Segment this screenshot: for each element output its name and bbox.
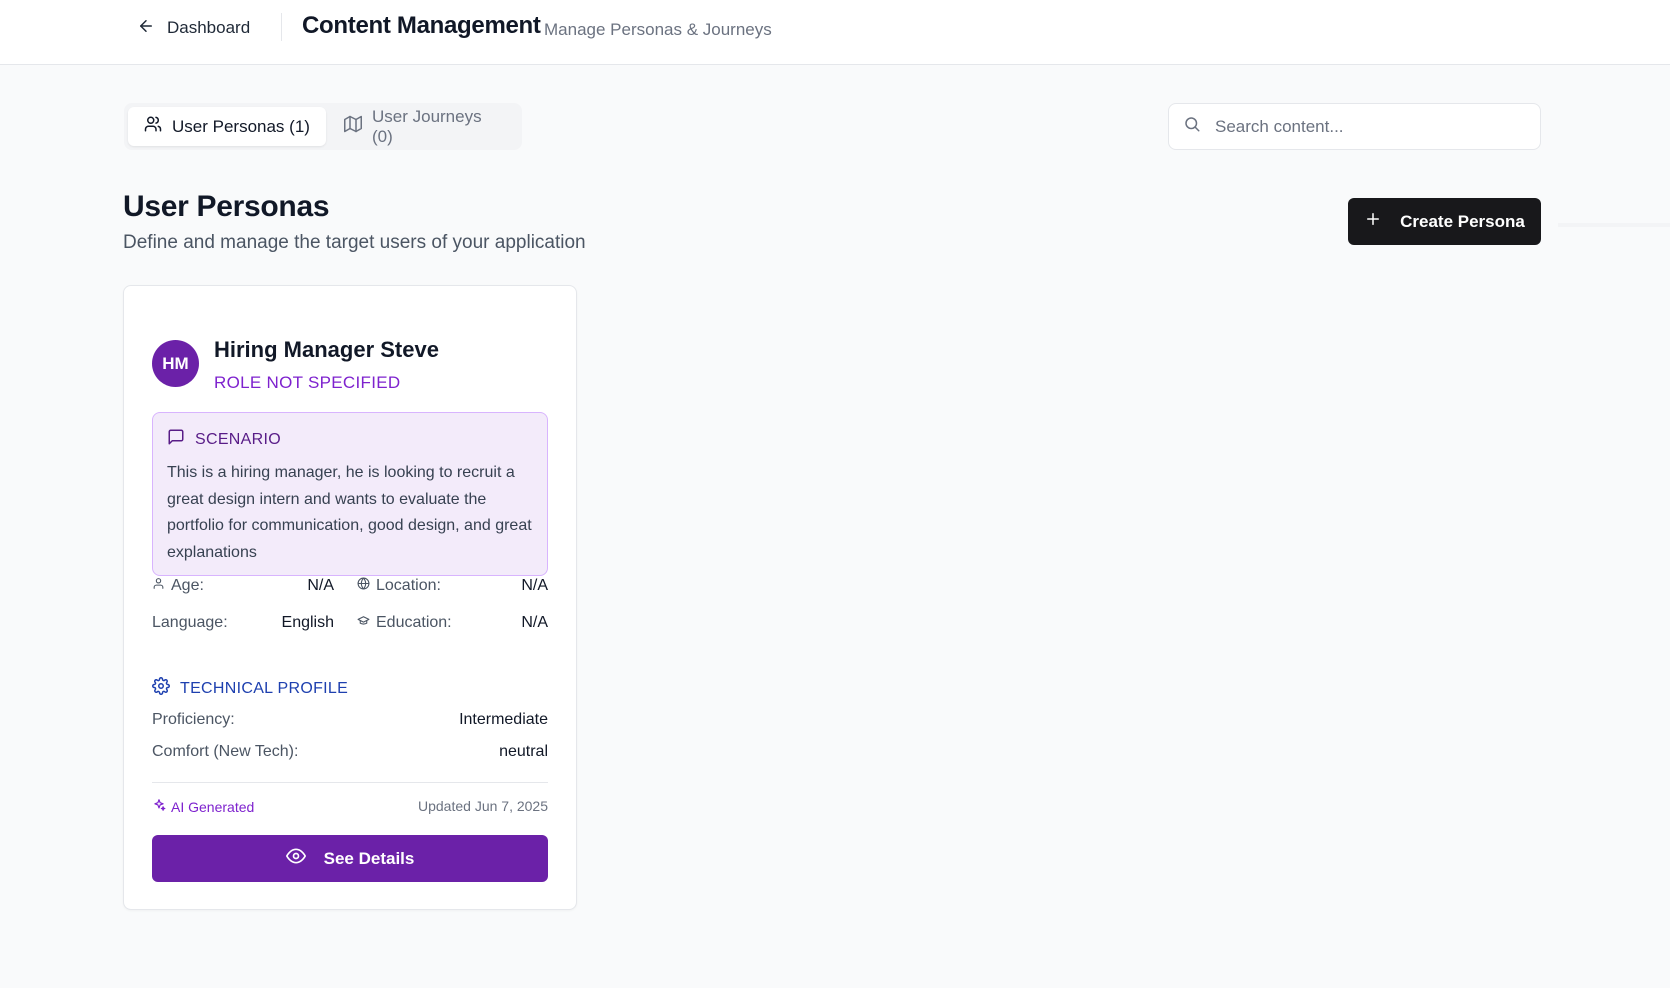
search-icon <box>1183 115 1201 138</box>
persona-name: Hiring Manager Steve <box>214 337 439 362</box>
updated-timestamp: Updated Jun 7, 2025 <box>418 798 548 814</box>
see-details-label: See Details <box>323 848 415 868</box>
tab-user-personas[interactable]: User Personas (1) <box>128 107 326 146</box>
tab-user-journeys[interactable]: User Journeys (0) <box>328 107 518 146</box>
age-row: Age: N/A <box>152 576 334 596</box>
section-description: Define and manage the target users of yo… <box>123 232 586 253</box>
edge-divider <box>1558 223 1670 227</box>
proficiency-value: Intermediate <box>459 711 548 728</box>
location-row: Location: N/A <box>357 576 548 596</box>
scenario-box: SCENARIO This is a hiring manager, he is… <box>152 412 548 576</box>
location-label: Location: <box>376 577 441 594</box>
globe-icon <box>357 577 370 595</box>
create-persona-label: Create Persona <box>1400 211 1525 231</box>
tab-label: User Personas (1) <box>172 116 310 136</box>
message-square-icon <box>167 428 185 451</box>
page-title: Content Management <box>302 12 541 39</box>
search-field <box>1168 103 1541 150</box>
technical-profile-heading: TECHNICAL PROFILE <box>152 677 348 700</box>
page-subtitle: Manage Personas & Journeys <box>544 20 772 39</box>
ai-badge-label: AI Generated <box>171 798 255 815</box>
language-value: English <box>281 614 334 631</box>
create-persona-button[interactable]: Create Persona <box>1348 198 1541 245</box>
comfort-value: neutral <box>499 743 548 760</box>
language-row: Language: English <box>152 613 334 633</box>
settings-icon <box>152 677 170 700</box>
top-bar: Dashboard Content Management Manage Pers… <box>0 0 1670 65</box>
comfort-label: Comfort (New Tech): <box>152 743 299 760</box>
sparkles-icon <box>152 798 166 815</box>
users-icon <box>144 115 162 138</box>
education-row: Education: N/A <box>357 613 548 633</box>
location-value: N/A <box>521 577 548 594</box>
persona-card: HM Hiring Manager Steve ROLE NOT SPECIFI… <box>123 285 577 910</box>
scenario-heading-label: SCENARIO <box>195 430 281 448</box>
scenario-heading: SCENARIO <box>167 428 533 451</box>
avatar: HM <box>152 340 199 387</box>
header-divider <box>281 13 282 41</box>
age-value: N/A <box>307 577 334 594</box>
ai-generated-badge: AI Generated <box>152 798 254 815</box>
scenario-text: This is a hiring manager, he is looking … <box>167 464 532 561</box>
plus-icon <box>1364 210 1382 233</box>
proficiency-label: Proficiency: <box>152 711 235 728</box>
comfort-row: Comfort (New Tech): neutral <box>152 742 548 762</box>
section-title: User Personas <box>123 190 330 223</box>
tab-label: User Journeys (0) <box>372 106 482 146</box>
age-label: Age: <box>171 577 204 594</box>
education-value: N/A <box>521 614 548 631</box>
technical-profile-label: TECHNICAL PROFILE <box>180 679 349 697</box>
graduation-cap-icon <box>357 614 370 632</box>
education-label: Education: <box>376 614 452 631</box>
persona-role: ROLE NOT SPECIFIED <box>214 373 401 392</box>
language-label: Language: <box>152 614 228 631</box>
user-icon <box>152 577 165 595</box>
card-divider <box>152 782 548 783</box>
back-to-dashboard-link[interactable]: Dashboard <box>137 15 250 41</box>
see-details-button[interactable]: See Details <box>152 835 548 882</box>
content-tabs: User Personas (1) User Journeys (0) <box>124 103 522 150</box>
eye-icon <box>285 846 306 871</box>
map-icon <box>344 115 362 138</box>
search-input[interactable] <box>1215 116 1515 137</box>
arrow-left-icon <box>137 17 155 40</box>
proficiency-row: Proficiency: Intermediate <box>152 710 548 730</box>
back-link-label: Dashboard <box>167 18 251 37</box>
